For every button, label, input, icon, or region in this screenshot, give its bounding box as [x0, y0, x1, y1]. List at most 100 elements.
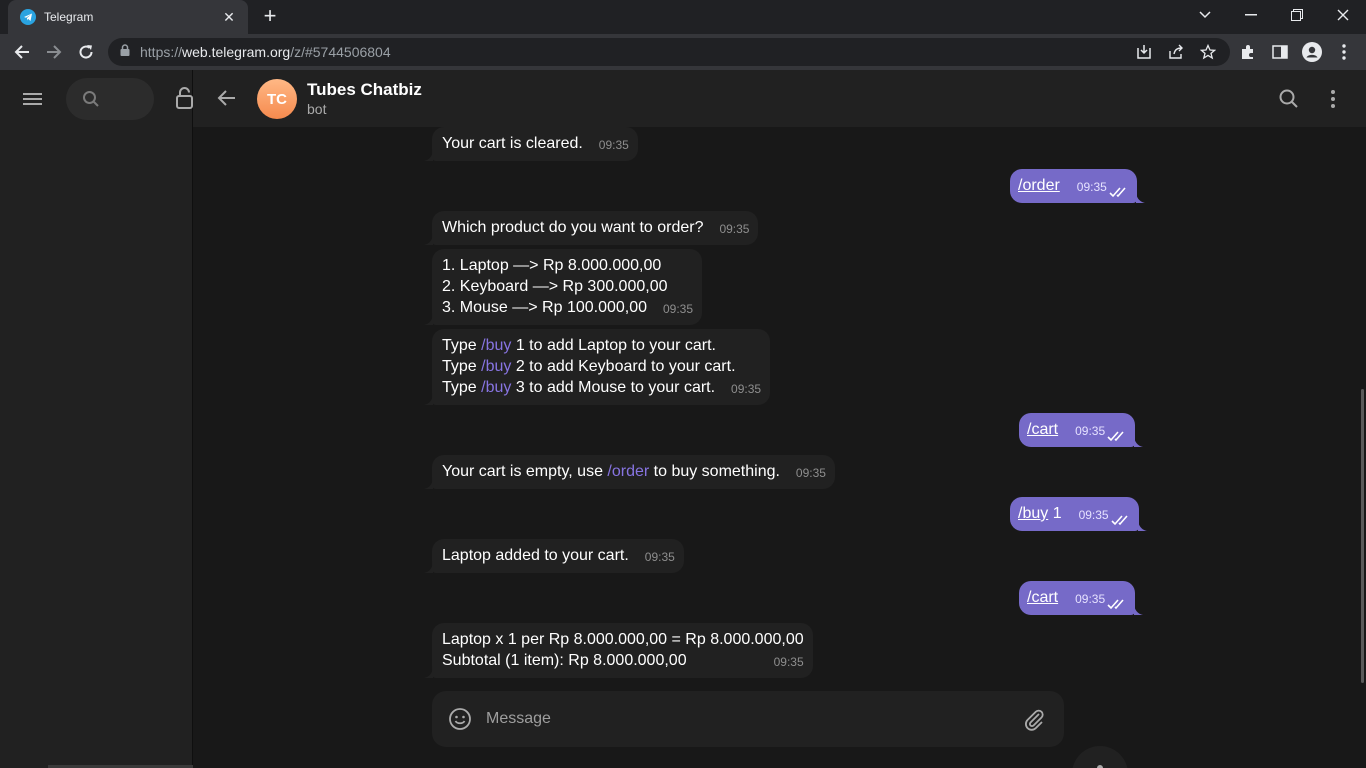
outgoing-message[interactable]: /cart 09:35 [1019, 581, 1144, 615]
message-timestamp: 09:35 [1078, 508, 1109, 522]
extensions-puzzle-icon[interactable] [1236, 40, 1260, 64]
bubble-tail [424, 313, 433, 325]
message-timestamp: 09:35 [663, 302, 694, 316]
bookmark-star-icon[interactable] [1199, 43, 1217, 60]
bot-command-link[interactable]: /order [1018, 177, 1060, 194]
double-check-read-icon [1111, 515, 1128, 526]
incoming-message[interactable]: Laptop added to your cart. 09:35 [424, 539, 684, 573]
bubble-tail [1135, 191, 1145, 203]
double-check-read-icon [1109, 187, 1126, 198]
message-text: 2 to add Keyboard to your cart. [511, 358, 736, 375]
bot-command-link[interactable]: /cart [1027, 421, 1058, 438]
message-text-line: Your cart is empty, use /order to buy so… [442, 461, 826, 482]
chat-search-input[interactable] [66, 78, 154, 120]
message-text-line: 2. Keyboard —> Rp 300.000,00 [442, 276, 693, 297]
minimize-window-button[interactable] [1228, 0, 1274, 30]
message-text: Laptop added to your cart. [442, 547, 629, 564]
chat-status: bot [307, 101, 327, 117]
message-timestamp: 09:35 [598, 138, 629, 152]
bubble-tail [424, 233, 433, 245]
bot-command-link[interactable]: /order [607, 463, 649, 480]
bot-command-link[interactable]: /cart [1027, 589, 1058, 606]
message-text-line: Laptop added to your cart. [442, 545, 675, 566]
more-vertical-icon[interactable] [1321, 87, 1345, 111]
back-arrow-icon[interactable] [10, 40, 34, 64]
address-bar[interactable]: https://web.telegram.org/z/#5744506804 [108, 38, 1230, 66]
message-text: Your cart is empty, use [442, 463, 608, 480]
message-text-line: Type /buy 2 to add Keyboard to your cart… [442, 356, 761, 377]
bubble-tail [424, 149, 433, 161]
incoming-message[interactable]: Your cart is cleared. 09:35 [424, 127, 638, 161]
bot-command-link[interactable]: /buy [481, 358, 511, 375]
tab-close-icon[interactable]: ✕ [220, 9, 238, 26]
message-text: Type [442, 379, 482, 396]
message-text-line: 3. Mouse —> Rp 100.000,00 [442, 297, 693, 318]
message-text-line: Which product do you want to order? [442, 217, 749, 238]
incoming-message[interactable]: 1. Laptop —> Rp 8.000.000,00 2. Keyboard … [424, 249, 703, 325]
message-text: 3. Mouse —> Rp 100.000,00 [442, 299, 648, 316]
search-icon[interactable] [1277, 87, 1301, 111]
outgoing-message[interactable]: /cart 09:35 [1019, 413, 1144, 447]
browser-toolbar: https://web.telegram.org/z/#5744506804 [0, 34, 1366, 70]
bot-command-link[interactable]: /buy [481, 379, 511, 396]
message-text-line: Type /buy 3 to add Mouse to your cart. [442, 377, 761, 398]
profile-icon[interactable] [1300, 40, 1324, 64]
tab-search-chevron-icon[interactable] [1182, 0, 1228, 30]
bubble-tail [1134, 603, 1144, 615]
message-text-line: Subtotal (1 item): Rp 8.000.000,00 [442, 650, 804, 671]
chat-list-column [0, 70, 193, 768]
incoming-message[interactable]: Your cart is empty, use /order to buy so… [424, 455, 835, 489]
message-list[interactable]: Your cart is cleared.09:35/order09:35Whi… [193, 127, 1366, 768]
chat-header[interactable]: TC Tubes Chatbiz bot [193, 70, 1366, 127]
chat-title[interactable]: Tubes Chatbiz [307, 80, 422, 100]
telegram-app: TC Tubes Chatbiz bot Your cart is cleare… [0, 70, 1366, 768]
lock-icon[interactable] [120, 43, 130, 61]
side-panel-icon[interactable] [1268, 40, 1292, 64]
paperclip-attach-icon[interactable] [1022, 707, 1046, 731]
message-composer [432, 691, 1064, 747]
message-text: 3 to add Mouse to your cart. [511, 379, 716, 396]
new-tab-button[interactable]: + [258, 5, 282, 29]
message-text-line: Laptop x 1 per Rp 8.000.000,00 = Rp 8.00… [442, 629, 804, 650]
microphone-button[interactable] [1072, 746, 1128, 768]
browser-menu-icon[interactable] [1332, 40, 1356, 64]
message-text: 2. Keyboard —> Rp 300.000,00 [442, 278, 668, 295]
outgoing-message[interactable]: /order 09:35 [1010, 169, 1145, 203]
message-text: 1. Laptop —> Rp 8.000.000,00 [442, 257, 662, 274]
bot-command-link[interactable]: /buy [481, 337, 511, 354]
message-text: Which product do you want to order? [442, 219, 704, 236]
install-app-icon[interactable] [1136, 44, 1152, 60]
browser-tab-telegram[interactable]: Telegram ✕ [8, 0, 248, 34]
url-text: https://web.telegram.org/z/#5744506804 [140, 44, 391, 60]
passcode-lock-icon[interactable] [176, 87, 193, 109]
message-text: Laptop x 1 per Rp 8.000.000,00 = Rp 8.00… [442, 631, 804, 648]
bubble-tail [424, 477, 433, 489]
search-icon [83, 91, 99, 107]
hamburger-menu-icon[interactable] [20, 88, 46, 110]
message-text: 1 [1048, 505, 1062, 522]
message-list-scrollbar[interactable] [1361, 389, 1364, 683]
emoji-icon[interactable] [448, 707, 472, 731]
share-icon[interactable] [1168, 44, 1184, 60]
bubble-tail [424, 393, 433, 405]
close-window-button[interactable] [1320, 0, 1366, 30]
message-timestamp: 09:35 [719, 222, 750, 236]
forward-arrow-icon[interactable] [42, 40, 66, 64]
back-arrow-icon[interactable] [215, 86, 239, 110]
message-text: 1 to add Laptop to your cart. [511, 337, 716, 354]
incoming-message[interactable]: Type /buy 1 to add Laptop to your cart. T… [424, 329, 771, 405]
restore-window-button[interactable] [1274, 0, 1320, 30]
message-input[interactable] [486, 707, 1006, 731]
reload-icon[interactable] [74, 40, 98, 64]
telegram-favicon-icon [20, 9, 36, 25]
avatar[interactable]: TC [257, 79, 297, 119]
message-text: Type [442, 358, 482, 375]
incoming-message[interactable]: Laptop x 1 per Rp 8.000.000,00 = Rp 8.00… [424, 623, 813, 678]
message-text: to buy something. [649, 463, 780, 480]
bot-command-link[interactable]: /buy [1018, 505, 1048, 522]
outgoing-message[interactable]: /buy 1 09:35 [1010, 497, 1147, 531]
message-timestamp: 09:35 [731, 382, 762, 396]
message-timestamp: 09:35 [1075, 592, 1106, 606]
microphone-icon [1097, 765, 1103, 768]
incoming-message[interactable]: Which product do you want to order? 09:35 [424, 211, 759, 245]
